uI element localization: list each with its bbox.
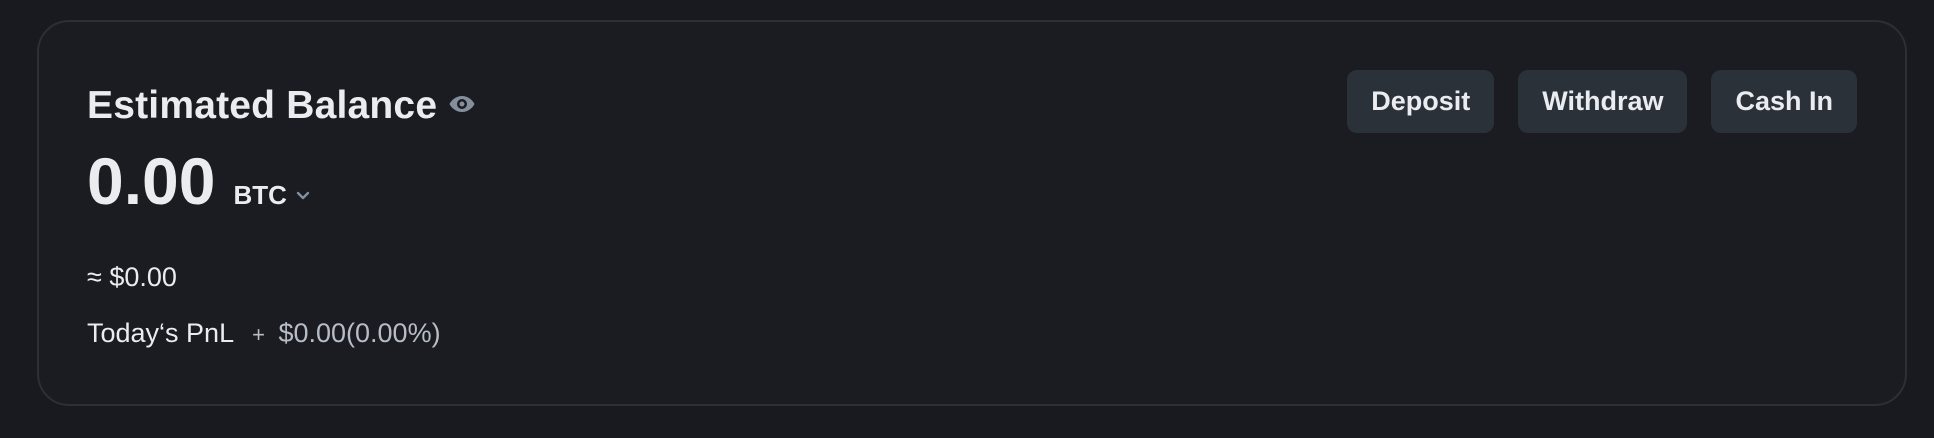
balance-title: Estimated Balance — [87, 84, 438, 127]
balance-actions: Deposit Withdraw Cash In — [1347, 70, 1857, 133]
balance-header: Estimated Balance — [87, 80, 477, 132]
unit-selector[interactable]: BTC — [233, 180, 310, 211]
fiat-equivalent: ≈ $0.00 — [87, 262, 177, 292]
today-pnl-label: Today‘s PnL — [87, 318, 235, 348]
pnl-sign: + — [252, 322, 265, 347]
balance-amount: 0.00 — [87, 144, 216, 218]
today-pnl-value: $0.00(0.00%) — [278, 318, 441, 348]
chevron-down-icon — [295, 188, 311, 204]
estimated-balance-card: Estimated Balance 0.00 BTC ≈ $0.00 Today… — [37, 20, 1907, 406]
today-pnl-value-wrap: + $0.00(0.00%) — [252, 318, 440, 349]
balance-amount-row: 0.00 BTC — [87, 148, 311, 214]
withdraw-button[interactable]: Withdraw — [1518, 70, 1688, 133]
today-pnl-row: Today‘s PnL + $0.00(0.00%) — [87, 318, 441, 349]
unit-label: BTC — [233, 180, 287, 210]
eye-icon[interactable] — [447, 89, 477, 119]
cash-in-button[interactable]: Cash In — [1711, 70, 1857, 133]
deposit-button[interactable]: Deposit — [1347, 70, 1495, 133]
